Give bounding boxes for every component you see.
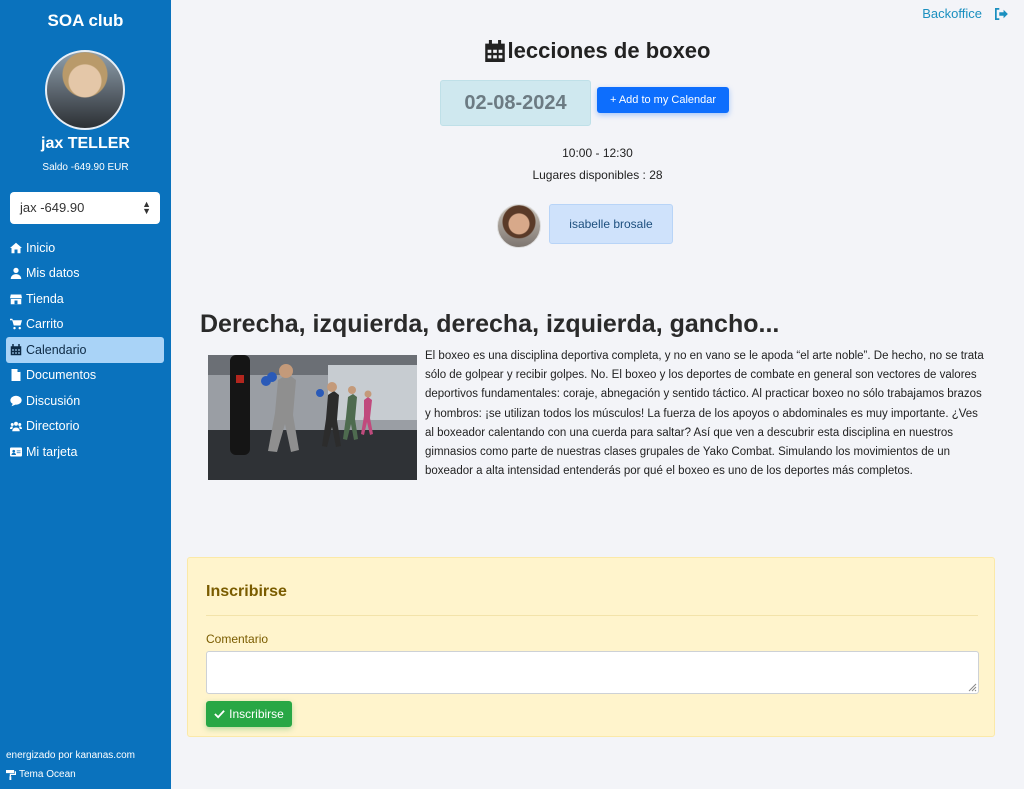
file-icon <box>11 369 21 382</box>
backoffice-link[interactable]: Backoffice <box>922 6 1008 21</box>
subscribe-button[interactable]: Inscribirse <box>206 701 292 727</box>
paint-roller-icon <box>6 769 16 780</box>
club-name: SOA club <box>47 11 124 30</box>
sidebar-item-directorio[interactable]: Directorio <box>6 414 164 440</box>
user-avatar[interactable] <box>45 50 125 130</box>
home-icon <box>10 242 22 253</box>
page-title-text: lecciones de boxeo <box>507 38 711 63</box>
powered-by[interactable]: energizado por kananas.com <box>6 750 135 761</box>
coach-name-badge[interactable]: isabelle brosale <box>549 204 673 244</box>
resize-handle-icon[interactable] <box>968 683 977 692</box>
calendar-icon <box>10 343 22 355</box>
theme-label: Tema Ocean <box>19 769 76 780</box>
sidebar-item-mi-tarjeta[interactable]: Mi tarjeta <box>6 439 164 465</box>
check-icon <box>214 710 225 719</box>
sidebar-item-label: Calendario <box>26 342 87 357</box>
article-body: El boxeo es una disciplina deportiva com… <box>425 350 984 478</box>
event-time: 10:00 - 12:30 <box>562 146 633 160</box>
sidebar-item-discusion[interactable]: Discusión <box>6 388 164 414</box>
sidebar-item-inicio[interactable]: Inicio <box>6 235 164 261</box>
comment-icon <box>10 395 22 406</box>
sidebar-item-tienda[interactable]: Tienda <box>6 286 164 312</box>
user-icon <box>10 268 22 280</box>
theme-selector[interactable]: Tema Ocean <box>6 769 76 780</box>
store-icon <box>10 294 22 304</box>
id-card-icon <box>10 447 22 457</box>
sidebar: SOA club jax TELLER Saldo -649.90 EUR ja… <box>0 0 171 789</box>
calendar-icon <box>484 40 505 62</box>
sidebar-item-label: Directorio <box>26 419 80 434</box>
divider <box>206 615 978 616</box>
cart-icon <box>10 319 22 330</box>
account-select-value: jax -649.90 <box>20 200 85 215</box>
comment-label: Comentario <box>206 632 269 646</box>
subscribe-button-label: Inscribirse <box>229 707 284 721</box>
page-title: lecciones de boxeo <box>171 38 1024 64</box>
add-to-calendar-button[interactable]: + Add to my Calendar <box>597 87 729 113</box>
sidebar-item-label: Carrito <box>26 317 64 332</box>
users-icon <box>10 422 22 432</box>
sidebar-item-label: Tienda <box>26 291 64 306</box>
account-select[interactable]: jax -649.90 ▲ ▼ <box>10 192 160 224</box>
signup-form: Inscribirse Comentario Inscribirse <box>187 557 995 737</box>
sidebar-item-label: Documentos <box>26 368 97 383</box>
sidebar-item-carrito[interactable]: Carrito <box>6 312 164 338</box>
balance-text: Saldo -649.90 EUR <box>42 162 129 173</box>
user-name: jax TELLER <box>41 135 130 152</box>
sidebar-item-label: Mis datos <box>26 266 80 281</box>
sidebar-item-calendario[interactable]: Calendario <box>6 337 164 363</box>
backoffice-label: Backoffice <box>922 6 982 21</box>
available-places: Lugares disponibles : 28 <box>532 168 663 182</box>
sidebar-item-label: Discusión <box>26 393 81 408</box>
sort-icon: ▲ ▼ <box>142 199 151 216</box>
sidebar-nav: Inicio Mis datos Tienda Carrito Calendar… <box>6 235 164 465</box>
sign-out-icon <box>995 7 1008 20</box>
sidebar-item-label: Inicio <box>26 240 56 255</box>
event-date: 02-08-2024 <box>440 80 591 126</box>
coach-avatar <box>497 204 541 248</box>
boxing-class-photo <box>208 355 417 480</box>
sidebar-item-documentos[interactable]: Documentos <box>6 363 164 389</box>
article-headline: Derecha, izquierda, derecha, izquierda, … <box>200 310 780 338</box>
sidebar-item-label: Mi tarjeta <box>26 444 78 459</box>
comment-textarea[interactable] <box>206 651 979 694</box>
sidebar-item-mis-datos[interactable]: Mis datos <box>6 261 164 287</box>
form-title: Inscribirse <box>206 583 287 600</box>
